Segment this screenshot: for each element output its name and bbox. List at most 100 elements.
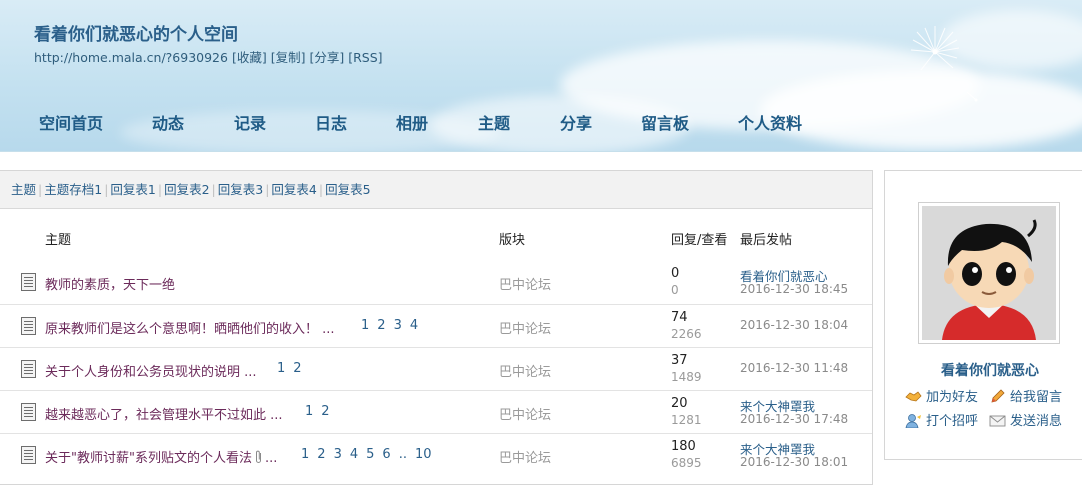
topic-title-link[interactable]: 关于个人身份和公务员现状的说明 ... (45, 361, 257, 380)
topic-title-wrap: 关于"教师讨薪"系列贴文的个人看法... (45, 447, 277, 466)
topic-title-link[interactable]: 原来教师们是这么个意思啊！晒晒他们的收入！ ... (45, 318, 335, 337)
rss-link[interactable]: [RSS] (348, 50, 382, 65)
dandelion-icon (910, 26, 978, 102)
forum-name[interactable]: 巴中论坛 (499, 404, 551, 423)
nav-home[interactable]: 空间首页 (39, 110, 103, 134)
attachment-icon (255, 450, 261, 463)
nav-feed[interactable]: 动态 (152, 110, 184, 134)
user-name-link[interactable]: 看着你们就恶心 (885, 360, 1082, 380)
page-link[interactable]: 1 (361, 318, 369, 333)
topic-title-link[interactable]: 教师的素质，天下一绝 (45, 274, 175, 293)
header-forum: 版块 (499, 233, 526, 248)
document-icon (21, 446, 36, 464)
topic-rows: 教师的素质，天下一绝 巴中论坛 0 0 看着你们就恶心 2016-12-30 1… (0, 261, 872, 476)
view-count: 1489 (671, 370, 702, 384)
page-links: 12 (305, 404, 338, 419)
tab-separator: | (157, 182, 163, 197)
subtab-replies-1[interactable]: 回复表1 (110, 182, 155, 197)
send-message-action[interactable]: 发送消息 (989, 410, 1062, 429)
table-row: 越来越恶心了，社会管理水平不过如此 ... 12 巴中论坛 20 1281 来个… (0, 390, 872, 433)
avatar[interactable] (918, 202, 1060, 344)
greeting-user-icon (905, 414, 921, 428)
document-icon (21, 317, 36, 335)
send-message-label: 发送消息 (1010, 414, 1063, 429)
table-row: 教师的素质，天下一绝 巴中论坛 0 0 看着你们就恶心 2016-12-30 1… (0, 261, 872, 304)
tab-separator: | (211, 182, 216, 197)
nav-profile[interactable]: 个人资料 (738, 110, 802, 134)
header-last-post: 最后发帖 (740, 233, 793, 248)
page-ellipsis: .. (398, 447, 407, 462)
envelope-icon (989, 415, 1006, 427)
view-count: 6895 (671, 456, 702, 470)
document-icon (21, 403, 36, 421)
page-link[interactable]: 10 (415, 447, 432, 462)
page-links: 1 2 3 4 5 6.. 10 (301, 447, 440, 462)
nav-guestbook[interactable]: 留言板 (641, 110, 689, 134)
forum-name[interactable]: 巴中论坛 (499, 274, 551, 293)
reply-count: 0 (671, 266, 680, 281)
page-link[interactable]: 4 (350, 447, 358, 462)
nav-blog[interactable]: 日志 (315, 110, 347, 134)
forum-name[interactable]: 巴中论坛 (499, 447, 551, 466)
subtab-replies-3[interactable]: 回复表3 (218, 182, 263, 197)
nav-topics[interactable]: 主题 (478, 110, 510, 134)
reply-count: 180 (671, 439, 696, 454)
view-count: 1281 (671, 413, 702, 427)
say-hello-label: 打个招呼 (926, 414, 979, 429)
page-link[interactable]: 2 (321, 404, 329, 419)
site-url[interactable]: http://home.mala.cn/?6930926 (34, 50, 228, 65)
page-link[interactable]: 6 (382, 447, 390, 462)
page-link[interactable]: 4 (410, 318, 418, 333)
page-link[interactable]: 1 (277, 361, 285, 376)
page-link[interactable]: 3 (394, 318, 402, 333)
forum-name[interactable]: 巴中论坛 (499, 318, 551, 337)
site-title: 看着你们就恶心的个人空间 (34, 25, 238, 45)
view-count: 0 (671, 283, 679, 297)
profile-sidebar: 看着你们就恶心 加为好友 给我留言 打个招呼 发送消息 (884, 170, 1082, 460)
leave-message-action[interactable]: 给我留言 (989, 386, 1062, 405)
tab-separator: | (265, 182, 270, 197)
topic-title-link[interactable]: 关于"教师讨薪"系列贴文的个人看法 (45, 451, 252, 466)
forum-name[interactable]: 巴中论坛 (499, 361, 551, 380)
topic-title-link[interactable]: 越来越恶心了，社会管理水平不过如此 ... (45, 404, 283, 423)
copy-link[interactable]: [复制] (271, 50, 306, 65)
page-link[interactable]: 2 (317, 447, 325, 462)
pencil-icon (991, 389, 1005, 403)
page-links: 1234 (361, 318, 426, 333)
page-link[interactable]: 3 (334, 447, 342, 462)
nav-records[interactable]: 记录 (234, 110, 266, 134)
last-post-time: 2016-12-30 18:04 (740, 318, 849, 332)
last-post-time: 2016-12-30 18:45 (740, 282, 849, 296)
last-post-time: 2016-12-30 18:01 (740, 455, 849, 469)
tab-separator: | (104, 182, 109, 197)
subtab-replies-4[interactable]: 回复表4 (271, 182, 316, 197)
topic-subtabs: 主题 | 主题存档1 | 回复表1 | 回复表2 | 回复表3 | 回复表4 | 回复表5 (0, 171, 872, 209)
subtab-replies-2[interactable]: 回复表2 (164, 182, 209, 197)
subtab-topics[interactable]: 主题 (11, 182, 36, 197)
subtab-replies-5[interactable]: 回复表5 (325, 182, 370, 197)
topic-panel: 主题 | 主题存档1 | 回复表1 | 回复表2 | 回复表3 | 回复表4 | 回复表5 主题 版块 … (0, 170, 873, 485)
tab-separator: | (38, 182, 43, 197)
view-count: 2266 (671, 327, 702, 341)
page-link[interactable]: 5 (366, 447, 374, 462)
last-post-time: 2016-12-30 17:48 (740, 412, 849, 426)
share-link[interactable]: [分享] (309, 50, 344, 65)
add-friend-label: 加为好友 (926, 390, 979, 405)
add-friend-action[interactable]: 加为好友 (905, 386, 978, 405)
page-link[interactable]: 2 (377, 318, 385, 333)
page-link[interactable]: 1 (305, 404, 313, 419)
table-row: 关于"教师讨薪"系列贴文的个人看法... 1 2 3 4 5 6.. 10 巴中论坛 180… (0, 433, 872, 476)
cartoon-avatar-icon (922, 206, 1056, 340)
nav-share[interactable]: 分享 (560, 110, 592, 134)
page-link[interactable]: 2 (293, 361, 301, 376)
main-nav: 空间首页 动态 记录 日志 相册 主题 分享 留言板 个人资料 (0, 110, 1082, 138)
document-icon (21, 360, 36, 378)
nav-album[interactable]: 相册 (396, 110, 428, 134)
subtab-archive-1[interactable]: 主题存档1 (44, 182, 102, 197)
page-link[interactable]: 1 (301, 447, 309, 462)
reply-count: 20 (671, 396, 688, 411)
say-hello-action[interactable]: 打个招呼 (905, 410, 978, 429)
document-icon (21, 273, 36, 291)
table-header: 主题 版块 回复/查看 最后发帖 (0, 209, 872, 261)
bookmark-link[interactable]: [收藏] (232, 50, 267, 65)
